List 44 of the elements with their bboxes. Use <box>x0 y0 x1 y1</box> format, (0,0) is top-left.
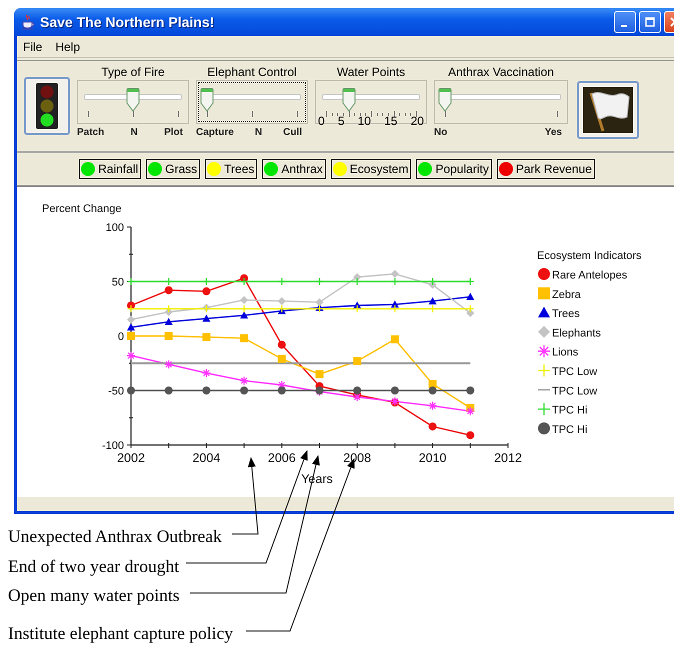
tick-label: 10 <box>358 115 371 124</box>
tick-label: 2004 <box>192 451 220 465</box>
legend-label: Rare Antelopes <box>552 270 628 282</box>
legend-label: Trees <box>552 308 580 320</box>
legend-title: Ecosystem Indicators <box>537 250 642 262</box>
tick-label: 2008 <box>343 451 372 465</box>
legend-label: Lions <box>552 346 578 359</box>
tick-label: -50 <box>108 386 124 398</box>
tick-label: -100 <box>102 440 124 452</box>
slider-title: Type of Fire <box>100 64 166 80</box>
tick-label: N <box>254 127 262 138</box>
annotation-text: Institute elephant capture policy <box>8 622 233 644</box>
tick-label: N <box>130 127 138 138</box>
window-title: Save The Northern Plains! <box>40 14 214 30</box>
legend-label: TPC Hi <box>552 424 588 436</box>
tick-label: 50 <box>112 276 124 288</box>
tick-label: 15 <box>384 115 398 124</box>
tick-label: Plot <box>164 127 183 138</box>
tick-label: Cull <box>283 127 302 138</box>
tick-label: 2010 <box>418 451 446 465</box>
tick-label: 0 <box>118 331 124 343</box>
tick-label: 20 <box>410 115 424 124</box>
annotation-text: End of two year drought <box>8 556 180 577</box>
tick-label: 5 <box>338 115 344 124</box>
tick-label: 100 <box>106 222 124 234</box>
legend-label: TPC Low <box>552 366 598 378</box>
legend-label: TPC Hi <box>552 404 588 417</box>
legend-label: Elephants <box>552 327 601 340</box>
tick-label: No <box>434 127 448 138</box>
axis-title: Percent Change <box>42 203 122 215</box>
slider-title: Anthrax Vaccination <box>447 64 555 80</box>
tick-label: 2002 <box>117 451 145 465</box>
annotation-text: Unexpected Anthrax Outbreak <box>8 526 222 548</box>
tick-label: 0 <box>318 115 325 124</box>
slider-title: Water Points <box>336 64 406 80</box>
tick-label: Capture <box>196 127 234 138</box>
tick-label: 2012 <box>494 451 522 465</box>
legend-label: TPC Low <box>552 385 598 398</box>
slider-title: Elephant Control <box>206 64 298 80</box>
tick-label: Patch <box>77 127 104 138</box>
annotation-text: Open many water points <box>8 585 180 606</box>
tick-label: 2006 <box>268 451 296 465</box>
tick-label: Yes <box>544 127 562 138</box>
legend-label: Zebra <box>552 288 581 301</box>
